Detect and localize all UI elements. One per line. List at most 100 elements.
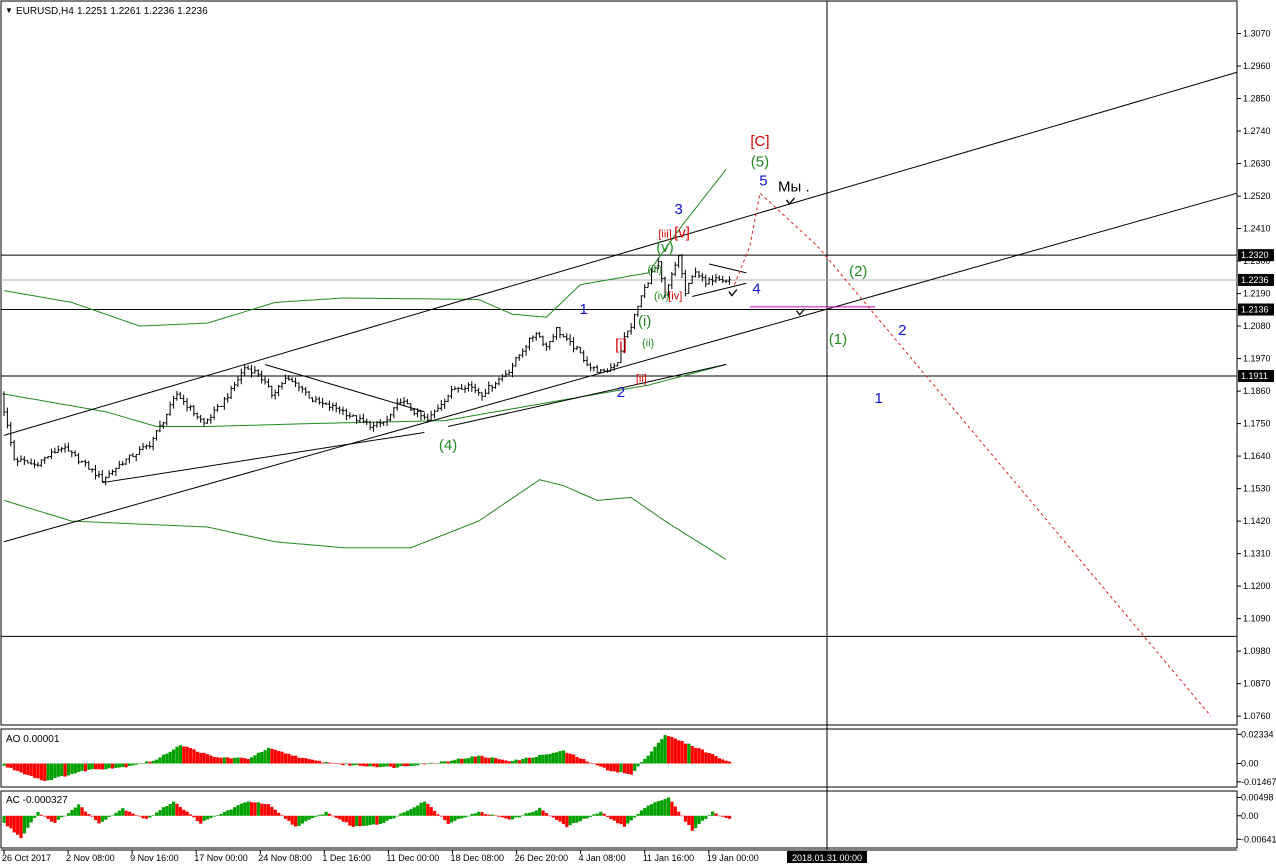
histogram-bar bbox=[260, 803, 264, 816]
histogram-bar bbox=[144, 761, 149, 764]
histogram-bar bbox=[202, 815, 206, 821]
time-tick-label: 26 Dec 20:00 bbox=[515, 853, 569, 863]
histogram-bar bbox=[385, 763, 389, 767]
histogram-bar bbox=[517, 760, 521, 764]
histogram-bar bbox=[5, 763, 10, 768]
histogram-bar bbox=[541, 754, 545, 764]
histogram-bar bbox=[572, 815, 576, 824]
histogram-bar bbox=[294, 815, 298, 827]
histogram-bar bbox=[365, 815, 369, 826]
histogram-bar bbox=[382, 763, 386, 767]
histogram-bar bbox=[673, 738, 677, 764]
histogram-bar bbox=[324, 761, 328, 764]
histogram-bar bbox=[273, 749, 277, 764]
histogram-bar bbox=[405, 763, 410, 767]
histogram-bar bbox=[158, 810, 162, 816]
histogram-bar bbox=[239, 803, 243, 816]
histogram-bar bbox=[16, 815, 20, 835]
histogram-bar bbox=[141, 763, 145, 764]
histogram-bar bbox=[97, 763, 101, 770]
histogram-bar bbox=[39, 814, 43, 816]
histogram-bar bbox=[555, 815, 559, 820]
histogram-bar bbox=[517, 815, 521, 818]
histogram-bar bbox=[548, 815, 552, 817]
histogram-bar bbox=[717, 815, 721, 817]
histogram-bar bbox=[2, 763, 6, 766]
histogram-bar bbox=[388, 763, 393, 767]
histogram-bar bbox=[310, 815, 315, 819]
histogram-bar bbox=[433, 810, 437, 816]
histogram-bar bbox=[358, 815, 362, 827]
indicator-tick-label: -0.01467 bbox=[1241, 777, 1276, 787]
histogram-bar bbox=[222, 757, 227, 764]
histogram-bar bbox=[188, 814, 193, 816]
histogram-bar bbox=[29, 815, 33, 823]
histogram-bar bbox=[416, 763, 420, 766]
histogram-bar bbox=[507, 815, 511, 820]
histogram-bar bbox=[629, 815, 633, 821]
histogram-bar bbox=[609, 815, 613, 820]
histogram-bar bbox=[599, 763, 603, 767]
histogram-bar bbox=[19, 815, 23, 839]
histogram-bar bbox=[544, 754, 549, 764]
histogram-bar bbox=[426, 762, 430, 764]
histogram-bar bbox=[565, 752, 569, 764]
histogram-bar bbox=[551, 815, 555, 818]
price-tick-label: 1.2850 bbox=[1243, 94, 1271, 104]
histogram-bar bbox=[49, 763, 54, 781]
histogram-bar bbox=[73, 807, 77, 816]
histogram-bar bbox=[555, 752, 559, 764]
histogram-bar bbox=[466, 815, 471, 817]
wave-label: (iv) bbox=[654, 290, 669, 302]
histogram-bar bbox=[334, 763, 338, 765]
histogram-bar bbox=[504, 815, 508, 819]
histogram-bar bbox=[578, 758, 582, 764]
histogram-bar bbox=[436, 814, 440, 816]
histogram-bar bbox=[358, 763, 362, 766]
histogram-bar bbox=[514, 759, 518, 764]
wave-label: (i) bbox=[638, 313, 651, 330]
histogram-bar bbox=[616, 763, 620, 773]
price-marker-label: 1.2136 bbox=[1241, 305, 1269, 315]
price-tick-label: 1.1860 bbox=[1243, 386, 1271, 396]
histogram-bar bbox=[304, 815, 308, 822]
price-tick-label: 1.0980 bbox=[1243, 646, 1271, 656]
histogram-bar bbox=[165, 806, 169, 816]
histogram-bar bbox=[697, 748, 701, 764]
trading-chart[interactable]: [C](5)5 Мы .3[iii] [v](v)(iii)(iv)[iv] 41(i… bbox=[0, 0, 1276, 868]
histogram-bar bbox=[182, 746, 186, 764]
histogram-bar bbox=[273, 809, 277, 816]
wave-label: [v] bbox=[674, 224, 690, 241]
histogram-bar bbox=[107, 763, 111, 769]
histogram-bar bbox=[121, 763, 125, 767]
histogram-bar bbox=[717, 758, 721, 764]
wave-label: 2 bbox=[617, 384, 625, 401]
histogram-bar bbox=[277, 812, 281, 816]
histogram-bar bbox=[568, 815, 572, 826]
histogram-bar bbox=[409, 809, 413, 816]
wave-label: [C] bbox=[750, 133, 769, 150]
histogram-bar bbox=[463, 815, 467, 818]
time-tick-label: 24 Nov 08:00 bbox=[258, 853, 312, 863]
histogram-bar bbox=[483, 757, 488, 764]
time-tick-label: 26 Oct 2017 bbox=[2, 853, 51, 863]
histogram-bar bbox=[565, 815, 569, 828]
histogram-bar bbox=[449, 760, 454, 764]
time-tick-label: 18 Dec 08:00 bbox=[450, 853, 504, 863]
histogram-bar bbox=[527, 757, 532, 764]
histogram-bar bbox=[239, 757, 243, 764]
histogram-bar bbox=[43, 815, 47, 817]
histogram-bar bbox=[327, 813, 332, 816]
histogram-bar bbox=[429, 807, 433, 816]
time-tick-label: 11 Jan 16:00 bbox=[643, 853, 694, 863]
histogram-bar bbox=[344, 763, 349, 765]
histogram-bar bbox=[460, 758, 464, 764]
price-tick-label: 1.1420 bbox=[1243, 516, 1271, 526]
histogram-bar bbox=[439, 761, 444, 764]
wave-label: (1) bbox=[829, 331, 847, 348]
histogram-bar bbox=[531, 811, 535, 816]
histogram-bar bbox=[26, 815, 30, 828]
histogram-bar bbox=[307, 815, 311, 820]
histogram-bar bbox=[290, 815, 294, 825]
menu-glyph[interactable]: ▼ bbox=[5, 6, 13, 15]
